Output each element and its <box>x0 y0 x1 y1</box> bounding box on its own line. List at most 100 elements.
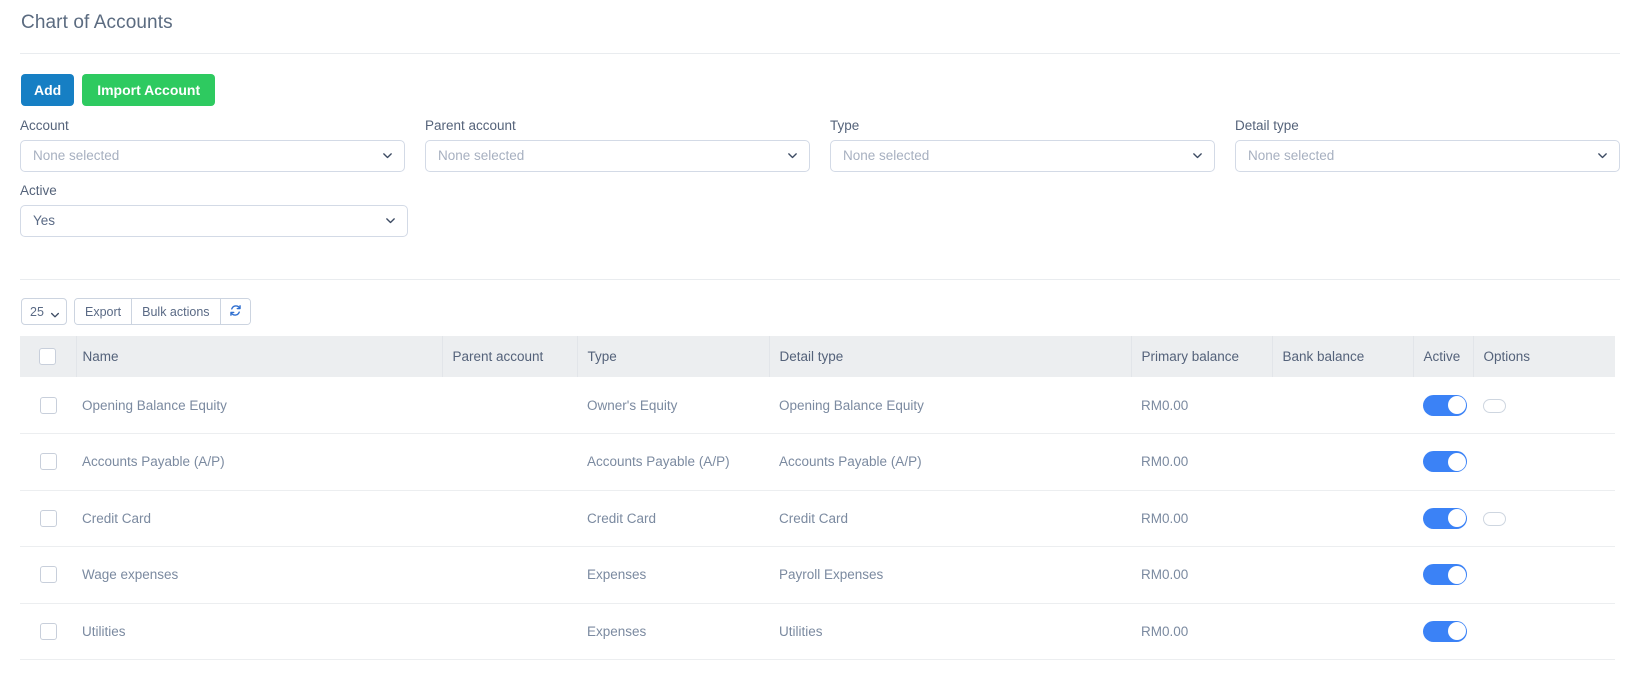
cell-options <box>1473 546 1615 604</box>
select-all-checkbox[interactable] <box>39 348 57 365</box>
cell-primary-balance: RM0.00 <box>1131 603 1272 660</box>
table-body: Opening Balance Equity Owner's Equity Op… <box>20 377 1615 660</box>
row-checkbox[interactable] <box>39 509 57 527</box>
toggle-knob <box>1447 396 1466 414</box>
filter-active-label: Active <box>20 183 57 198</box>
cell-detail-type: Opening Balance Equity <box>769 377 1131 434</box>
accounts-table: Name Parent account Type Detail type Pri… <box>20 336 1615 660</box>
column-parent-account[interactable]: Parent account <box>442 336 578 377</box>
action-bar: Add Import Account <box>21 74 216 106</box>
cell-parent-account <box>442 490 577 547</box>
options-button[interactable] <box>1483 398 1506 413</box>
active-toggle[interactable] <box>1423 451 1467 473</box>
table-header: Name Parent account Type Detail type Pri… <box>20 336 1615 377</box>
cell-detail-type: Payroll Expenses <box>769 546 1131 604</box>
active-toggle[interactable] <box>1423 394 1467 416</box>
toolbar-button-group: Export Bulk actions <box>74 298 251 325</box>
filter-active-select[interactable]: Yes <box>20 205 408 237</box>
cell-active <box>1413 377 1473 434</box>
cell-options <box>1473 603 1615 660</box>
row-checkbox[interactable] <box>39 622 57 640</box>
cell-type: Credit Card <box>577 490 769 547</box>
row-select-cell <box>20 490 76 547</box>
cell-name[interactable]: Utilities <box>76 603 442 660</box>
cell-primary-balance: RM0.00 <box>1131 433 1272 491</box>
filter-row-1: Account None selected Parent account Non… <box>20 118 1620 172</box>
cell-detail-type: Utilities <box>769 603 1131 660</box>
row-checkbox[interactable] <box>39 396 57 414</box>
cell-type: Expenses <box>577 546 769 604</box>
filter-parent-account-label: Parent account <box>425 118 516 133</box>
cell-active <box>1413 603 1473 660</box>
filter-detail-type-select[interactable]: None selected <box>1235 140 1620 172</box>
cell-active <box>1413 490 1473 547</box>
column-name[interactable]: Name <box>76 336 443 377</box>
filter-detail-type-label: Detail type <box>1235 118 1299 133</box>
cell-type: Owner's Equity <box>577 377 769 434</box>
toolbar-divider <box>20 279 1620 280</box>
filter-parent-account-select[interactable]: None selected <box>425 140 810 172</box>
filter-detail-type-value: None selected <box>1248 148 1335 163</box>
cell-name[interactable]: Credit Card <box>76 490 442 547</box>
page-title: Chart of Accounts <box>21 12 173 33</box>
cell-bank-balance <box>1272 546 1413 604</box>
table-row: Opening Balance Equity Owner's Equity Op… <box>20 377 1615 434</box>
cell-options <box>1473 490 1615 547</box>
filter-panel: Account None selected Parent account Non… <box>20 118 1620 237</box>
refresh-icon <box>229 304 242 320</box>
cell-detail-type: Accounts Payable (A/P) <box>769 433 1131 491</box>
cell-bank-balance <box>1272 603 1413 660</box>
cell-name[interactable]: Accounts Payable (A/P) <box>76 433 442 491</box>
import-account-button[interactable]: Import Account <box>82 74 216 106</box>
row-checkbox[interactable] <box>39 566 57 584</box>
filter-type-select[interactable]: None selected <box>830 140 1215 172</box>
table-row: Accounts Payable (A/P) Accounts Payable … <box>20 433 1615 491</box>
options-button[interactable] <box>1483 511 1506 526</box>
bulk-actions-button[interactable]: Bulk actions <box>132 299 221 324</box>
cell-name[interactable]: Wage expenses <box>76 546 442 604</box>
toggle-knob <box>1447 509 1466 528</box>
filter-detail-type: Detail type None selected <box>1235 118 1620 172</box>
cell-name[interactable]: Opening Balance Equity <box>76 377 442 434</box>
row-checkbox[interactable] <box>39 453 57 471</box>
filter-account-label: Account <box>20 118 69 133</box>
filter-type-label: Type <box>830 118 860 133</box>
cell-bank-balance <box>1272 433 1413 491</box>
table-row: Wage expenses Expenses Payroll Expenses … <box>20 546 1615 604</box>
column-primary-balance[interactable]: Primary balance <box>1131 336 1273 377</box>
active-toggle[interactable] <box>1423 620 1467 642</box>
column-active[interactable]: Active <box>1413 336 1474 377</box>
page-size-wrap: 25 <box>21 298 67 325</box>
filter-parent-account: Parent account None selected <box>425 118 810 172</box>
cell-primary-balance: RM0.00 <box>1131 546 1272 604</box>
cell-detail-type: Credit Card <box>769 490 1131 547</box>
column-select-all <box>20 336 77 377</box>
chevron-down-icon <box>385 215 396 226</box>
filter-account-select[interactable]: None selected <box>20 140 405 172</box>
chevron-down-icon <box>1597 150 1608 161</box>
filter-active: Active Yes <box>20 183 408 237</box>
chart-of-accounts-page: Chart of Accounts Add Import Account Acc… <box>0 0 1639 684</box>
cell-primary-balance: RM0.00 <box>1131 490 1272 547</box>
filter-row-2: Active Yes <box>20 183 1620 237</box>
refresh-button[interactable] <box>220 299 250 324</box>
active-toggle[interactable] <box>1423 564 1467 586</box>
column-type[interactable]: Type <box>577 336 770 377</box>
toggle-knob <box>1447 565 1466 584</box>
export-button[interactable]: Export <box>75 299 133 324</box>
row-select-cell <box>20 377 76 434</box>
cell-parent-account <box>442 433 577 491</box>
add-button[interactable]: Add <box>21 74 75 106</box>
chevron-down-icon <box>1192 150 1203 161</box>
active-toggle[interactable] <box>1423 507 1467 529</box>
chevron-down-icon <box>382 150 393 161</box>
cell-primary-balance: RM0.00 <box>1131 377 1272 434</box>
column-bank-balance[interactable]: Bank balance <box>1272 336 1414 377</box>
filter-account: Account None selected <box>20 118 405 172</box>
table-header-row: Name Parent account Type Detail type Pri… <box>20 336 1615 377</box>
page-size-select[interactable]: 25 <box>21 298 67 325</box>
column-detail-type[interactable]: Detail type <box>769 336 1132 377</box>
cell-parent-account <box>442 377 577 434</box>
cell-options <box>1473 377 1615 434</box>
cell-type: Accounts Payable (A/P) <box>577 433 769 491</box>
